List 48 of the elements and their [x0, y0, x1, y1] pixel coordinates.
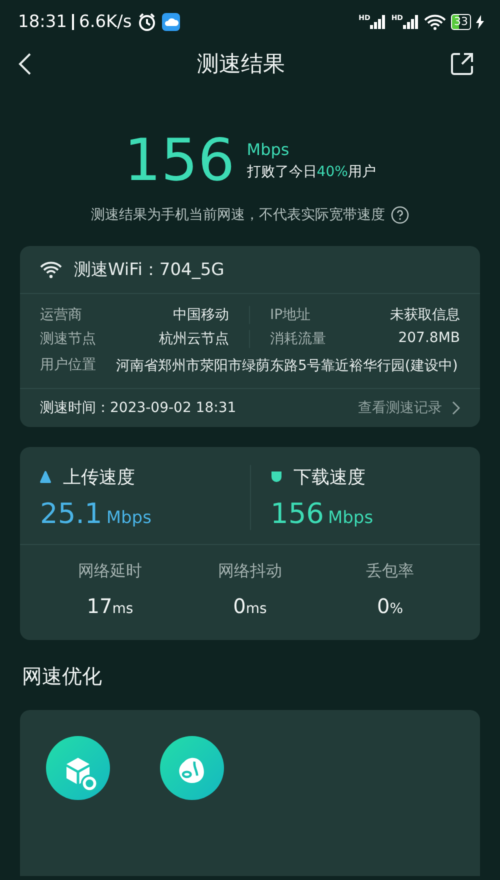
status-time: 18:31	[18, 12, 67, 32]
section-title: 网速优化	[22, 663, 103, 690]
detail-label: 运营商	[40, 306, 82, 324]
cloud-icon	[162, 13, 180, 31]
alarm-clock-icon	[136, 12, 157, 32]
box-icon	[46, 736, 110, 800]
metric-label: 网络延时	[78, 561, 142, 582]
wifi-icon	[424, 14, 446, 30]
speed-value: 156	[124, 128, 235, 192]
signal-icon	[403, 15, 419, 29]
blob-icon	[160, 736, 224, 800]
page-title: 测速结果	[197, 51, 285, 79]
network-speed: 6.6K/s	[79, 12, 132, 32]
wifi-name: 测速WiFi：704_5G	[74, 259, 224, 281]
signal-icon	[370, 15, 386, 29]
test-time: 测速时间：2023-09-02 18:31	[40, 399, 236, 417]
map-tool-button[interactable]	[160, 736, 224, 800]
speed-reading: 25.1 Mbps	[40, 497, 152, 530]
metric-label: 网络抖动	[218, 561, 282, 582]
share-icon	[450, 52, 474, 76]
detail-value: 未获取信息	[390, 306, 460, 324]
detail-value: 207.8MB	[398, 330, 460, 348]
detail-label: IP地址	[270, 306, 311, 324]
rank-text: 打败了今日 40%用户	[246, 162, 376, 180]
speed-label: 下载速度	[294, 466, 366, 489]
metric-value: 17 ms	[86, 594, 134, 618]
metric-label: 丢包率	[366, 561, 414, 582]
speed-reading: 156 Mbps	[270, 497, 374, 530]
share-button[interactable]	[450, 52, 474, 76]
metric-value: 0ms	[233, 594, 267, 618]
wifi-icon	[40, 260, 62, 278]
speed-label: 上传速度	[63, 466, 135, 489]
ap-tool-button[interactable]	[46, 736, 110, 800]
back-icon	[18, 52, 32, 76]
detail-value: 中国移动	[173, 306, 229, 324]
detail-value: 河南省郑州市荥阳市绿荫东路5号靠近裕华行园(建设中)	[116, 357, 458, 376]
detail-label: 消耗流量	[270, 330, 326, 348]
history-link[interactable]: 查看测速记录	[358, 399, 460, 417]
help-icon	[391, 206, 409, 224]
disclaimer-text: 测速结果为手机当前网速，不代表实际宽带速度	[91, 206, 385, 224]
chevron-right-icon	[452, 401, 460, 415]
detail-label: 用户位置	[40, 356, 96, 375]
speed-unit: Mbps	[246, 140, 290, 158]
detail-label: 测速节点	[40, 330, 96, 348]
charging-icon	[476, 15, 484, 29]
back-button[interactable]	[18, 52, 32, 76]
detail-value: 杭州云节点	[159, 330, 229, 348]
metric-value: 0%	[376, 594, 404, 618]
